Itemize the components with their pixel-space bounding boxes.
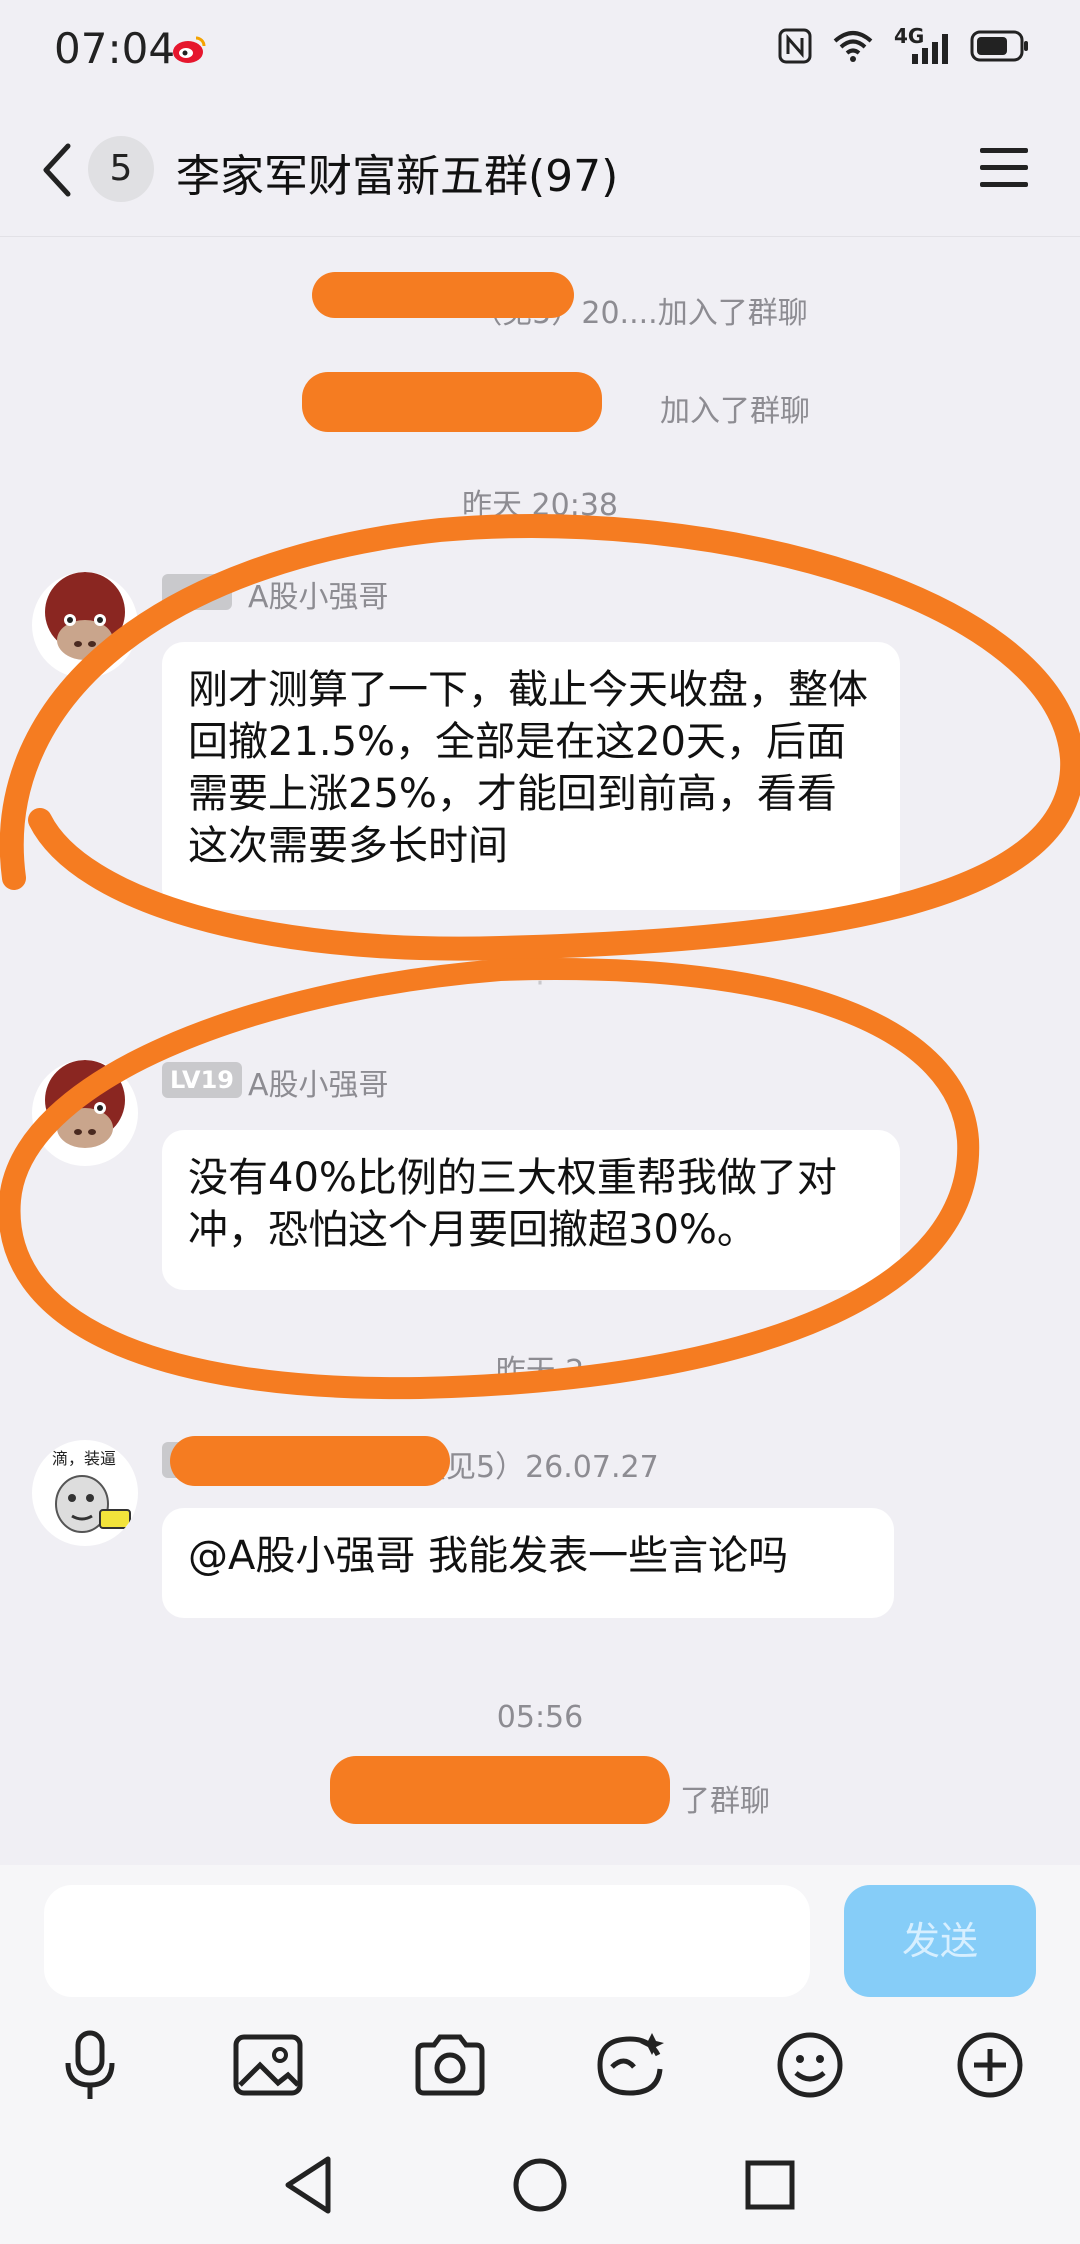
signal-indicator: 4G: [894, 24, 950, 64]
image-icon[interactable]: [228, 2025, 308, 2105]
redaction-mark: [302, 372, 602, 432]
nav-home-icon[interactable]: [500, 2145, 580, 2225]
redaction-mark: [170, 1436, 450, 1486]
emoji-icon[interactable]: [770, 2025, 850, 2105]
camera-icon[interactable]: [410, 2025, 490, 2105]
nfc-icon: [778, 28, 812, 64]
sender-name: （见5）26.07.27: [416, 1450, 659, 1485]
sender-name: A股小强哥: [248, 580, 389, 615]
avatar[interactable]: 滴，装逼: [32, 1440, 138, 1546]
redaction-mark: [330, 1756, 670, 1824]
sticker-icon[interactable]: [590, 2025, 670, 2105]
level-badge: [162, 574, 232, 610]
timestamp: 05:56: [496, 1700, 584, 1735]
redaction-mark: [312, 272, 574, 318]
back-icon[interactable]: [38, 140, 78, 200]
nav-back-icon[interactable]: [270, 2145, 350, 2225]
chat-header: 5 李家军财富新五群(97): [0, 100, 1080, 237]
weibo-icon: [173, 36, 206, 63]
battery-icon: [970, 30, 1028, 62]
avatar[interactable]: [32, 1060, 138, 1166]
timestamp: 昨天 2: [495, 1354, 585, 1389]
svg-text:滴，装逼: 滴，装逼: [52, 1449, 116, 1468]
send-button[interactable]: 发送: [844, 1885, 1036, 1997]
sender-name: A股小强哥: [248, 1068, 389, 1103]
avatar[interactable]: [32, 572, 138, 678]
wifi-icon: [833, 31, 873, 62]
level-badge: LV19: [162, 1062, 242, 1098]
mic-icon[interactable]: [50, 2025, 130, 2105]
clock: 07:04: [54, 24, 176, 73]
message-input[interactable]: [44, 1885, 810, 1997]
plus-icon[interactable]: [950, 2025, 1030, 2105]
message-bubble[interactable]: @A股小强哥 我能发表一些言论吗: [162, 1508, 894, 1618]
signal-icon: [912, 34, 948, 64]
group-title: 李家军财富新五群(97): [176, 151, 619, 202]
menu-icon[interactable]: [978, 144, 1030, 192]
message-bubble[interactable]: 没有40%比例的三大权重帮我做了对冲，恐怕这个月要回撤超30%。: [162, 1130, 900, 1290]
timestamp: 昨天 20:38: [462, 488, 618, 523]
timestamp: ·: [535, 966, 545, 1001]
meme-avatar-icon: 滴，装逼: [32, 1440, 138, 1546]
bull-avatar-icon: [32, 572, 138, 678]
nav-recents-icon[interactable]: [730, 2145, 810, 2225]
composer: 发送: [0, 1865, 1080, 2244]
message-bubble[interactable]: 刚才测算了一下，截止今天收盘，整体回撤21.5%，全部是在这20天，后面需要上涨…: [162, 642, 900, 910]
status-bar: 07:04 4G: [0, 0, 1080, 100]
unread-count-badge[interactable]: 5: [88, 136, 154, 202]
bull-avatar-icon: [32, 1060, 138, 1166]
